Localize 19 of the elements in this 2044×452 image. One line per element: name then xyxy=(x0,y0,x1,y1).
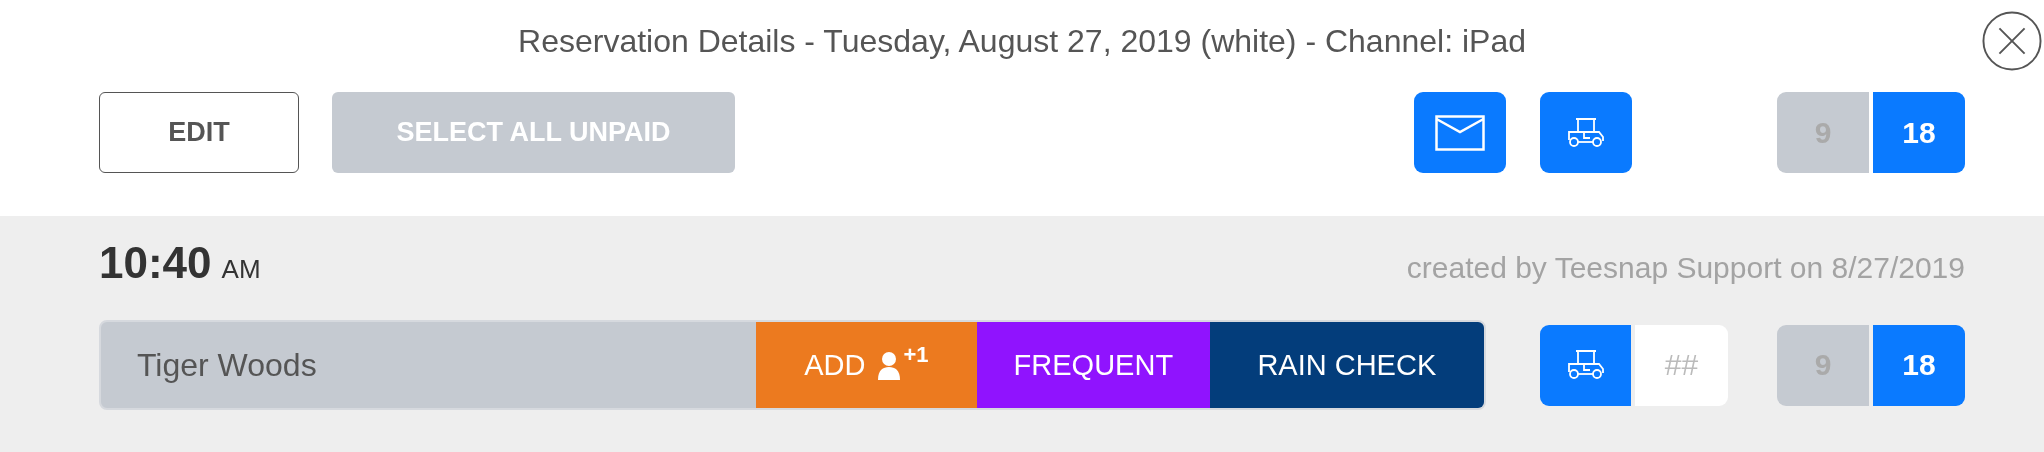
time-period: AM xyxy=(221,254,261,285)
email-button[interactable] xyxy=(1414,92,1506,173)
created-by-text: created by Teesnap Support on 8/27/2019 xyxy=(1406,251,1965,285)
tag-button[interactable]: RAIN CHECK xyxy=(1209,322,1484,408)
holes-toggle[interactable]: 18 xyxy=(1873,92,1965,173)
tag-button[interactable]: FREQUENT xyxy=(977,322,1210,408)
window-title: Reservation Details - Tuesday, August 27, 2019 (white) - Channel: iPad xyxy=(518,22,1526,60)
player-name: Tiger Woods xyxy=(136,345,318,385)
close-icon[interactable] xyxy=(1982,11,2042,71)
cart-button[interactable] xyxy=(1540,92,1632,173)
person-icon xyxy=(877,350,902,380)
cart-number-field[interactable]: ## xyxy=(1635,324,1728,406)
holes-toggle[interactable]: 18 xyxy=(1873,324,1965,406)
golf-cart-icon xyxy=(1565,349,1606,381)
cart-button[interactable] xyxy=(1540,324,1631,406)
envelope-icon xyxy=(1435,114,1485,151)
golf-cart-icon xyxy=(1566,116,1606,149)
tee-time: 10:40 xyxy=(99,238,212,288)
edit-button[interactable]: EDIT xyxy=(99,92,299,173)
